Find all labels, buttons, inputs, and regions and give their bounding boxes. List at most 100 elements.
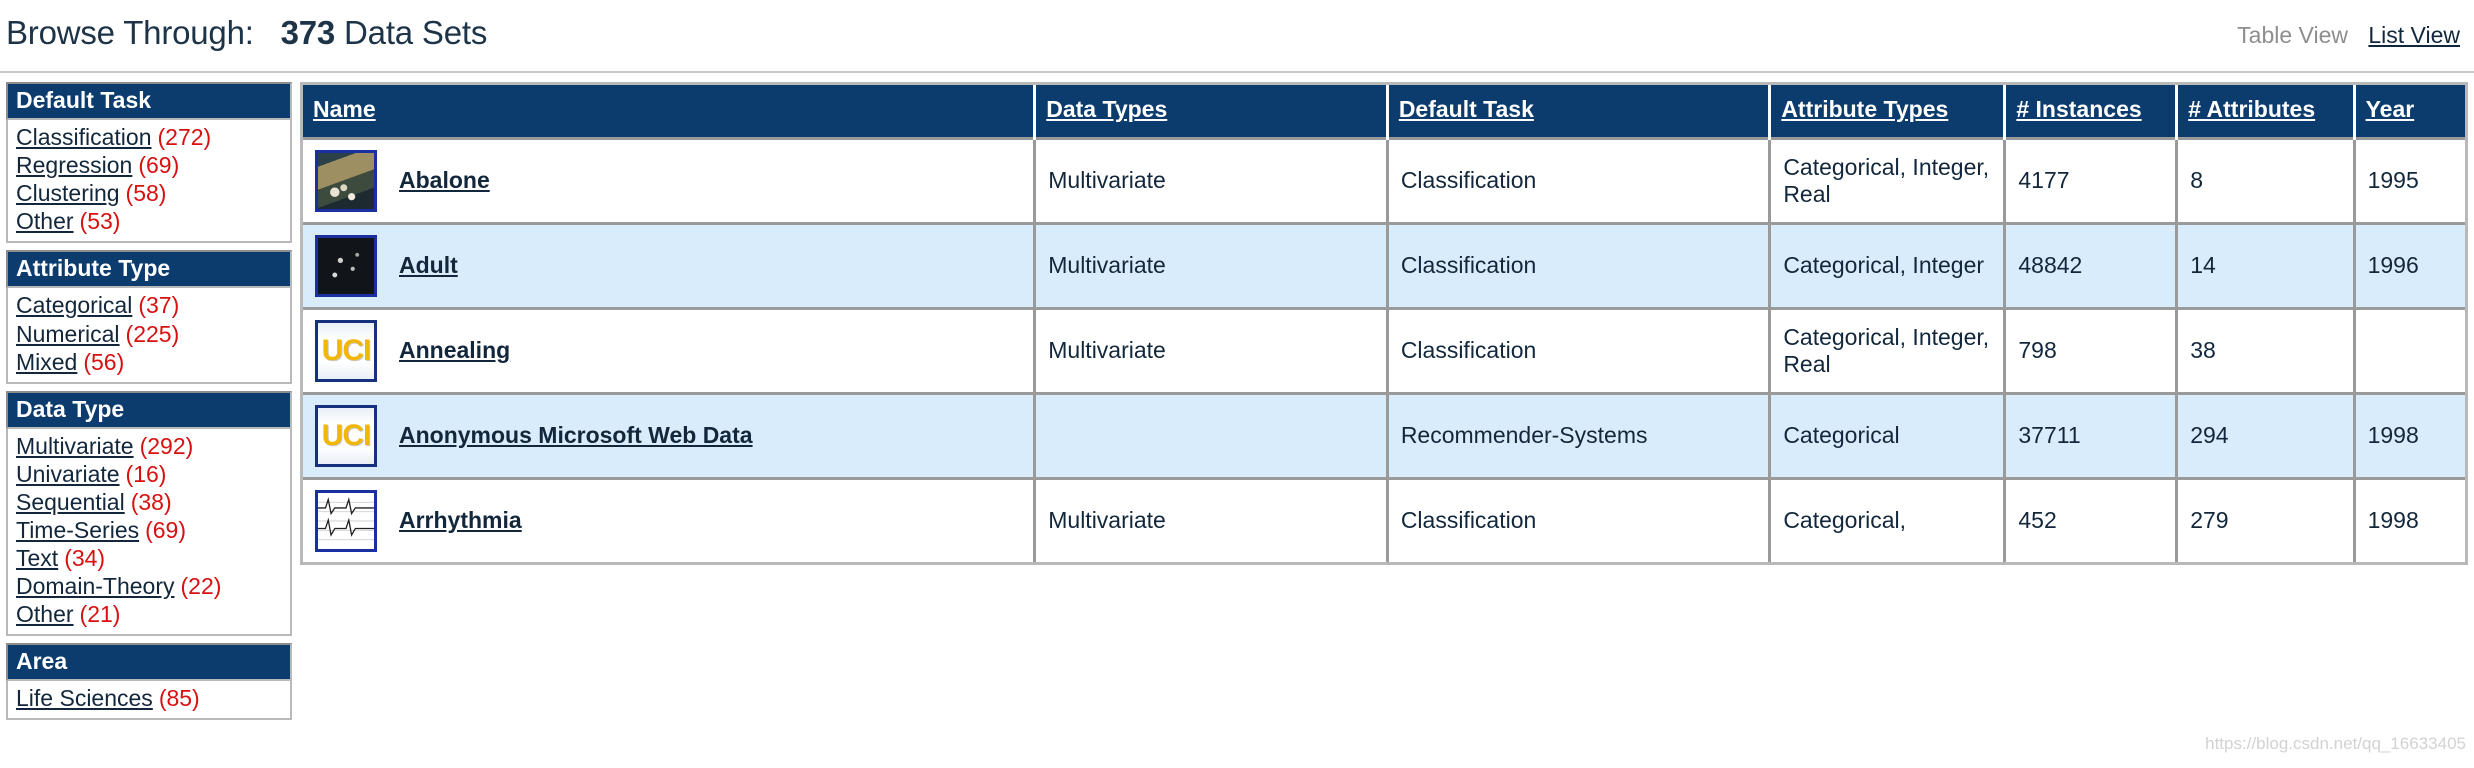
facet-item: Univariate (16) — [16, 460, 282, 488]
ecg-thumbnail-icon[interactable] — [315, 489, 377, 552]
table-view-link[interactable]: Table View — [2237, 22, 2348, 48]
cell-data-types: Multivariate — [1034, 306, 1389, 394]
facet-item: Classification (272) — [16, 123, 282, 151]
dataset-name-link[interactable]: Abalone — [399, 167, 490, 194]
cell-default-task: Classification — [1387, 136, 1772, 224]
cell-default-task: Classification — [1387, 306, 1772, 394]
column-sort-link[interactable]: Year — [2366, 96, 2415, 122]
dataset-name-link[interactable]: Adult — [399, 252, 458, 279]
column-header: Default Task — [1387, 85, 1772, 139]
dataset-count: 373 — [280, 14, 336, 51]
column-sort-link[interactable]: Name — [313, 96, 376, 122]
facet-link[interactable]: Univariate — [16, 461, 120, 487]
datasets-table-container: Name Data Types Default Task Attribute Type… — [300, 82, 2468, 565]
facet-count: (58) — [125, 180, 167, 207]
cell-attribute-types: Categorical, Integer, Real — [1769, 136, 2007, 224]
table-header-row: Name Data Types Default Task Attribute Type… — [303, 85, 2465, 139]
cell-name: Adult — [303, 221, 1037, 309]
facet-item: Other (21) — [16, 600, 282, 628]
facet-count: (85) — [158, 685, 200, 712]
facet-count: (16) — [125, 460, 167, 487]
browse-datasets-page: Browse Through: 373 Data Sets Table View… — [0, 0, 2474, 768]
facet-item: Life Sciences (85) — [16, 684, 282, 712]
facet-link[interactable]: Sequential — [16, 489, 125, 515]
cell-attributes: 8 — [2176, 136, 2356, 224]
facet-group: Default Task Classification (272) Regressio… — [6, 82, 292, 244]
column-sort-link[interactable]: Attribute Types — [1781, 96, 1948, 122]
facet-link[interactable]: Time-Series — [16, 517, 139, 543]
facet-items: Categorical (37) Numerical (225) Mixed (56) — [6, 288, 292, 384]
adult-thumbnail-icon[interactable] — [315, 234, 377, 297]
cell-attributes: 38 — [2176, 306, 2356, 394]
cell-name: UCI Annealing — [303, 306, 1037, 394]
facet-group: Data Type Multivariate (292) Univariate (16)… — [6, 390, 292, 637]
facet-items: Life Sciences (85) — [6, 681, 292, 721]
cell-name: Abalone — [303, 136, 1037, 224]
browse-label: Browse Through: — [6, 14, 254, 51]
cell-instances: 37711 — [2004, 391, 2179, 479]
cell-data-types: Multivariate — [1034, 221, 1389, 309]
facet-link[interactable]: Other — [16, 208, 74, 234]
dataset-name-link[interactable]: Anonymous Microsoft Web Data — [399, 422, 753, 449]
facet-count: (69) — [138, 152, 180, 179]
facet-link[interactable]: Other — [16, 601, 74, 627]
facet-count: (38) — [130, 488, 172, 515]
uci-logo-icon[interactable]: UCI — [315, 404, 377, 467]
datasets-table: Name Data Types Default Task Attribute Type… — [303, 85, 2465, 562]
facet-item: Sequential (38) — [16, 488, 282, 516]
cell-year: 1998 — [2354, 476, 2465, 562]
dataset-name-link[interactable]: Annealing — [399, 337, 510, 364]
table-row: UCI Annealing Multivariate Classification Ca… — [303, 306, 2465, 394]
uci-logo-label: UCI — [321, 334, 372, 368]
cell-year: 1995 — [2354, 136, 2465, 224]
uci-logo-label: UCI — [321, 419, 372, 453]
facet-count: (292) — [139, 432, 194, 459]
cell-data-types: Multivariate — [1034, 136, 1389, 224]
abalone-thumbnail-icon[interactable] — [315, 149, 377, 212]
cell-name: Arrhythmia — [303, 476, 1037, 562]
facet-link[interactable]: Multivariate — [16, 433, 134, 459]
view-switcher: Table View List View — [2237, 22, 2460, 49]
facet-count: (56) — [83, 348, 125, 375]
cell-year — [2354, 306, 2465, 394]
facet-title: Data Type — [6, 390, 292, 429]
cell-attributes: 279 — [2176, 476, 2356, 562]
table-row: Adult Multivariate Classification Categoric… — [303, 221, 2465, 309]
column-sort-link[interactable]: # Attributes — [2188, 96, 2315, 122]
facet-link[interactable]: Domain-Theory — [16, 573, 175, 599]
cell-instances: 4177 — [2004, 136, 2179, 224]
facet-title: Default Task — [6, 82, 292, 121]
cell-attribute-types: Categorical — [1769, 391, 2007, 479]
facet-link[interactable]: Numerical — [16, 321, 120, 347]
column-header: # Attributes — [2176, 85, 2356, 139]
cell-default-task: Classification — [1387, 476, 1772, 562]
facet-link[interactable]: Regression — [16, 152, 132, 178]
list-view-link[interactable]: List View — [2368, 22, 2460, 48]
facet-item: Clustering (58) — [16, 179, 282, 207]
facet-link[interactable]: Text — [16, 545, 58, 571]
column-sort-link[interactable]: Data Types — [1046, 96, 1167, 122]
cell-default-task: Recommender-Systems — [1387, 391, 1772, 479]
facet-sidebar: Default Task Classification (272) Regressio… — [6, 82, 292, 727]
table-body: Abalone Multivariate Classification Categor… — [303, 136, 2465, 562]
column-sort-link[interactable]: Default Task — [1399, 96, 1534, 122]
cell-name: UCI Anonymous Microsoft Web Data — [303, 391, 1037, 479]
facet-link[interactable]: Clustering — [16, 180, 120, 206]
facet-link[interactable]: Life Sciences — [16, 685, 153, 711]
column-header: Year — [2354, 85, 2465, 139]
facet-link[interactable]: Categorical — [16, 292, 132, 318]
facet-count: (34) — [64, 544, 106, 571]
column-header: # Instances — [2004, 85, 2179, 139]
cell-year: 1996 — [2354, 221, 2465, 309]
cell-attribute-types: Categorical, Integer, Real — [1769, 306, 2007, 394]
facet-link[interactable]: Classification — [16, 124, 152, 150]
facet-group: Area Life Sciences (85) — [6, 643, 292, 721]
dataset-name-cell: Abalone — [315, 149, 1021, 212]
facet-count: (272) — [157, 124, 212, 151]
column-sort-link[interactable]: # Instances — [2016, 96, 2141, 122]
facet-link[interactable]: Mixed — [16, 349, 77, 375]
facet-item: Domain-Theory (22) — [16, 572, 282, 600]
dataset-name-link[interactable]: Arrhythmia — [399, 507, 522, 534]
uci-logo-icon[interactable]: UCI — [315, 319, 377, 382]
cell-instances: 48842 — [2004, 221, 2179, 309]
